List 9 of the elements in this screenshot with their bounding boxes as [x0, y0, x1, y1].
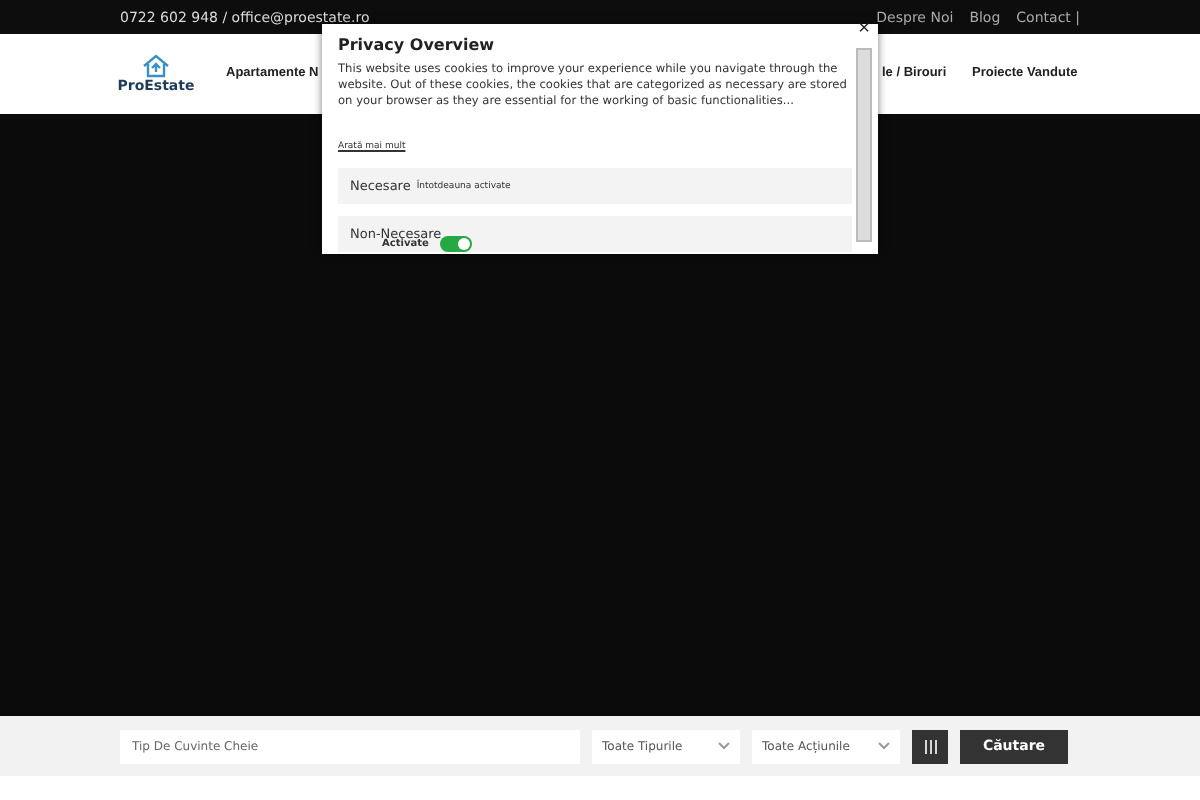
house-icon: [142, 54, 170, 78]
chevron-icon: [718, 742, 730, 750]
dialog-title: Privacy Overview: [338, 36, 497, 54]
close-button[interactable]: ×: [858, 20, 870, 40]
toggle-switch[interactable]: [440, 236, 473, 252]
filter-button[interactable]: [912, 729, 948, 763]
chevron-icon: [878, 742, 890, 750]
scrollbar[interactable]: [856, 48, 872, 242]
sliders-icon: [923, 739, 937, 753]
